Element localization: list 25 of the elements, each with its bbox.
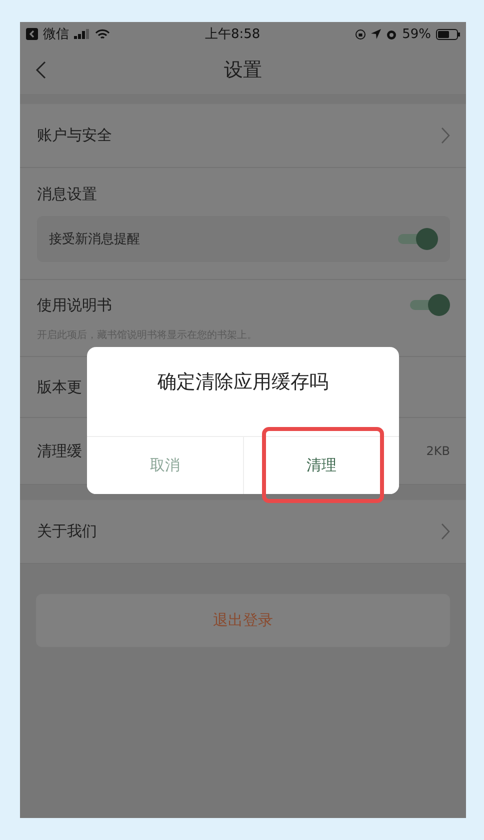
setting-label: 使用说明书	[37, 296, 112, 314]
confirm-button[interactable]: 清理	[242, 437, 399, 494]
clock-time: 上午8:58	[204, 26, 260, 43]
rotation-lock-icon	[355, 28, 366, 40]
menu-label[interactable]: 账户与安全	[37, 126, 112, 145]
toggle-switch[interactable]	[410, 294, 450, 316]
page-title: 设置	[224, 58, 262, 83]
battery-percent: 59%	[402, 26, 432, 42]
menu-label[interactable]: 关于我们	[37, 522, 97, 541]
alarm-icon	[386, 28, 398, 40]
wifi-icon	[95, 28, 110, 40]
section-label: 消息设置	[37, 185, 98, 204]
chevron-right-icon	[441, 523, 450, 540]
battery-icon	[436, 28, 460, 40]
toggle-switch[interactable]	[398, 228, 438, 250]
signal-icon	[74, 29, 90, 39]
back-app-label[interactable]: 微信	[43, 25, 69, 43]
cache-size: 2KB	[426, 444, 450, 458]
chevron-right-icon	[441, 127, 450, 144]
menu-label[interactable]: 清理缓	[37, 442, 82, 460]
back-button[interactable]	[34, 60, 48, 80]
dialog-title: 确定清除应用缓存吗	[158, 370, 328, 393]
setting-label: 接受新消息提醒	[49, 231, 140, 248]
menu-label[interactable]: 版本更	[37, 378, 82, 396]
location-icon	[371, 29, 382, 39]
